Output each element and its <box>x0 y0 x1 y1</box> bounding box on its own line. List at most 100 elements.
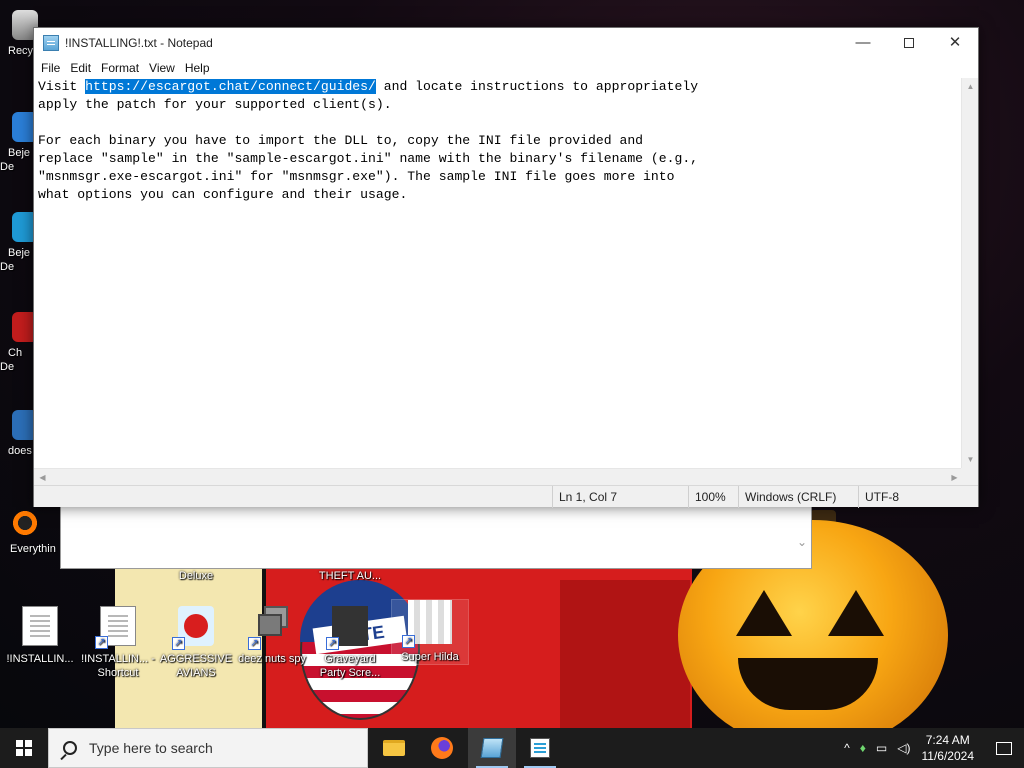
shortcut-arrow-icon: ↗ <box>326 637 339 650</box>
desktop-icon-deez-nuts-spy[interactable]: ↗ deez nuts spy <box>234 606 310 666</box>
firefox-icon <box>431 737 453 759</box>
menu-bar: File Edit Format View Help <box>34 58 978 78</box>
pumpkin-mouth <box>738 658 878 710</box>
desktop-icon-does[interactable]: does <box>0 410 38 458</box>
status-bar: Ln 1, Col 7 100% Windows (CRLF) UTF-8 <box>34 485 978 508</box>
taskbar-clock[interactable]: 7:24 AM 11/6/2024 <box>922 732 975 764</box>
text-line-1-suffix: and locate instructions to appropriately <box>375 79 699 94</box>
desktop-icon-label: !INSTALLIN... <box>6 653 74 665</box>
taskbar-notepad[interactable] <box>468 728 516 768</box>
chevron-down-icon[interactable]: ⌄ <box>797 535 807 549</box>
clock-time: 7:24 AM <box>925 733 970 747</box>
desktop-icon-installing-shortcut[interactable]: ↗ !INSTALLIN... - Shortcut <box>80 606 156 680</box>
app-windows-icon: ↗ <box>248 606 290 650</box>
text-line-5: replace "sample" in the "sample-escargot… <box>38 151 699 166</box>
taskbar-search-box[interactable]: Type here to search <box>48 728 368 768</box>
folder-icon <box>383 740 405 756</box>
desktop-icon-everything[interactable]: Everythin <box>0 508 60 556</box>
text-file-icon: ↗ <box>95 606 136 649</box>
desktop-icon-label: Everythin <box>10 543 56 555</box>
desktop-icon-label-deluxe: Deluxe <box>178 570 214 582</box>
status-zoom: 100% <box>688 486 738 508</box>
desktop-icon-installing-txt[interactable]: !INSTALLIN... <box>2 606 78 666</box>
wallpaper-red-shadow <box>560 580 690 728</box>
desktop-icon-label: Graveyard Party Scre... <box>319 653 381 679</box>
vertical-scrollbar[interactable]: ▲ ▼ <box>961 78 978 468</box>
scroll-down-arrow-icon[interactable]: ▼ <box>962 451 979 468</box>
desktop-icon-chuzzle[interactable]: Ch De <box>0 312 38 374</box>
taskbar: Type here to search ^ ♦ ▭ ◁) 7:24 AM 11/… <box>0 728 1024 768</box>
notification-icon <box>996 741 1012 755</box>
angry-bird-icon: ↗ <box>172 606 214 650</box>
text-editor[interactable]: Visit https://escargot.chat/connect/guid… <box>34 78 963 495</box>
horizontal-scrollbar[interactable]: ◀ ▶ <box>34 468 963 485</box>
text-line-4: For each binary you have to import the D… <box>38 133 644 148</box>
desktop-icon-label: !INSTALLIN... - Shortcut <box>81 653 155 679</box>
background-notepad-window[interactable]: ⌄ <box>60 505 812 569</box>
maximize-button[interactable] <box>886 28 932 58</box>
minimize-button[interactable]: — <box>840 28 886 58</box>
desktop-icon-label-theft: THEFT AU... <box>318 570 382 582</box>
notepad-icon <box>43 35 59 51</box>
menu-file[interactable]: File <box>36 58 65 78</box>
shortcut-arrow-icon: ↗ <box>248 637 261 650</box>
desktop-icon-bejeweled-1[interactable]: Beje De <box>0 112 38 174</box>
pumpkin-eye-left <box>736 590 792 636</box>
text-line-6: "msnmsgr.exe-escargot.ini" for "msnmsgr.… <box>38 169 675 184</box>
search-icon <box>63 741 77 755</box>
start-button[interactable] <box>0 728 48 768</box>
menu-view[interactable]: View <box>144 58 180 78</box>
game-icon: ↗ <box>326 606 368 650</box>
security-shield-icon[interactable]: ♦ <box>860 741 866 755</box>
menu-help[interactable]: Help <box>180 58 215 78</box>
close-button[interactable]: ✕ <box>932 28 978 58</box>
network-icon[interactable]: ▭ <box>876 741 887 755</box>
status-line-endings: Windows (CRLF) <box>738 486 858 508</box>
scroll-left-arrow-icon[interactable]: ◀ <box>34 469 51 486</box>
desktop-icon-label: Beje De <box>0 147 31 173</box>
shortcut-arrow-icon: ↗ <box>402 635 415 648</box>
windows-logo-icon <box>16 740 32 756</box>
desktop-icon-label: Ch De <box>0 347 23 373</box>
status-encoding: UTF-8 <box>858 486 978 508</box>
desktop-icon-recycle-bin[interactable]: Recy <box>0 10 38 58</box>
desktop-icon-graveyard-party[interactable]: ↗ Graveyard Party Scre... <box>312 606 388 680</box>
search-placeholder: Type here to search <box>89 740 213 756</box>
selected-url-text: https://escargot.chat/connect/guides/ <box>85 79 376 94</box>
text-line-1-prefix: Visit <box>38 79 86 94</box>
notepad-window[interactable]: !INSTALLING!.txt - Notepad — ✕ File Edit… <box>33 27 979 508</box>
clock-date: 11/6/2024 <box>921 749 975 763</box>
scroll-up-arrow-icon[interactable]: ▲ <box>962 78 979 95</box>
notification-center-button[interactable] <box>984 728 1024 768</box>
status-cursor-position: Ln 1, Col 7 <box>552 486 688 508</box>
taskbar-notepad-2[interactable] <box>516 728 564 768</box>
pixel-cat-icon: ↗ <box>402 600 452 648</box>
desktop-icon-label: Beje De <box>0 247 31 273</box>
text-line-2: apply the patch for your supported clien… <box>38 97 392 112</box>
desktop-icon-label: does <box>8 445 32 457</box>
text-file-icon <box>22 606 58 646</box>
shortcut-arrow-icon: ↗ <box>172 637 185 650</box>
maximize-icon <box>904 38 914 49</box>
menu-format[interactable]: Format <box>96 58 144 78</box>
notepad-icon <box>480 738 504 758</box>
desktop-icon-label: Recy <box>8 45 34 57</box>
menu-edit[interactable]: Edit <box>65 58 96 78</box>
taskbar-firefox[interactable] <box>418 728 466 768</box>
pumpkin-eye-right <box>828 590 884 636</box>
desktop-icon-label: Super Hilda <box>401 651 459 663</box>
window-title: !INSTALLING!.txt - Notepad <box>65 36 213 50</box>
desktop-icon-bejeweled-2[interactable]: Beje De <box>0 212 38 274</box>
desktop-icon-label: AGGRESSIVE AVIANS <box>159 653 233 679</box>
text-line-7: what options you can configure and their… <box>38 187 408 202</box>
shortcut-arrow-icon: ↗ <box>95 636 108 649</box>
title-bar[interactable]: !INSTALLING!.txt - Notepad — ✕ <box>34 28 978 58</box>
desktop-icon-label: deez nuts spy <box>238 653 306 665</box>
search-magnifier-icon <box>12 508 38 538</box>
desktop-icon-super-hilda[interactable]: ↗ Super Hilda <box>391 599 469 665</box>
taskbar-file-explorer[interactable] <box>370 728 418 768</box>
system-tray: ^ ♦ ▭ ◁) 7:24 AM 11/6/2024 <box>839 728 1024 768</box>
desktop-icon-aggressive-avians[interactable]: ↗ AGGRESSIVE AVIANS <box>158 606 234 680</box>
show-hidden-icons-chevron-icon[interactable]: ^ <box>844 741 850 755</box>
volume-icon[interactable]: ◁) <box>897 741 910 755</box>
